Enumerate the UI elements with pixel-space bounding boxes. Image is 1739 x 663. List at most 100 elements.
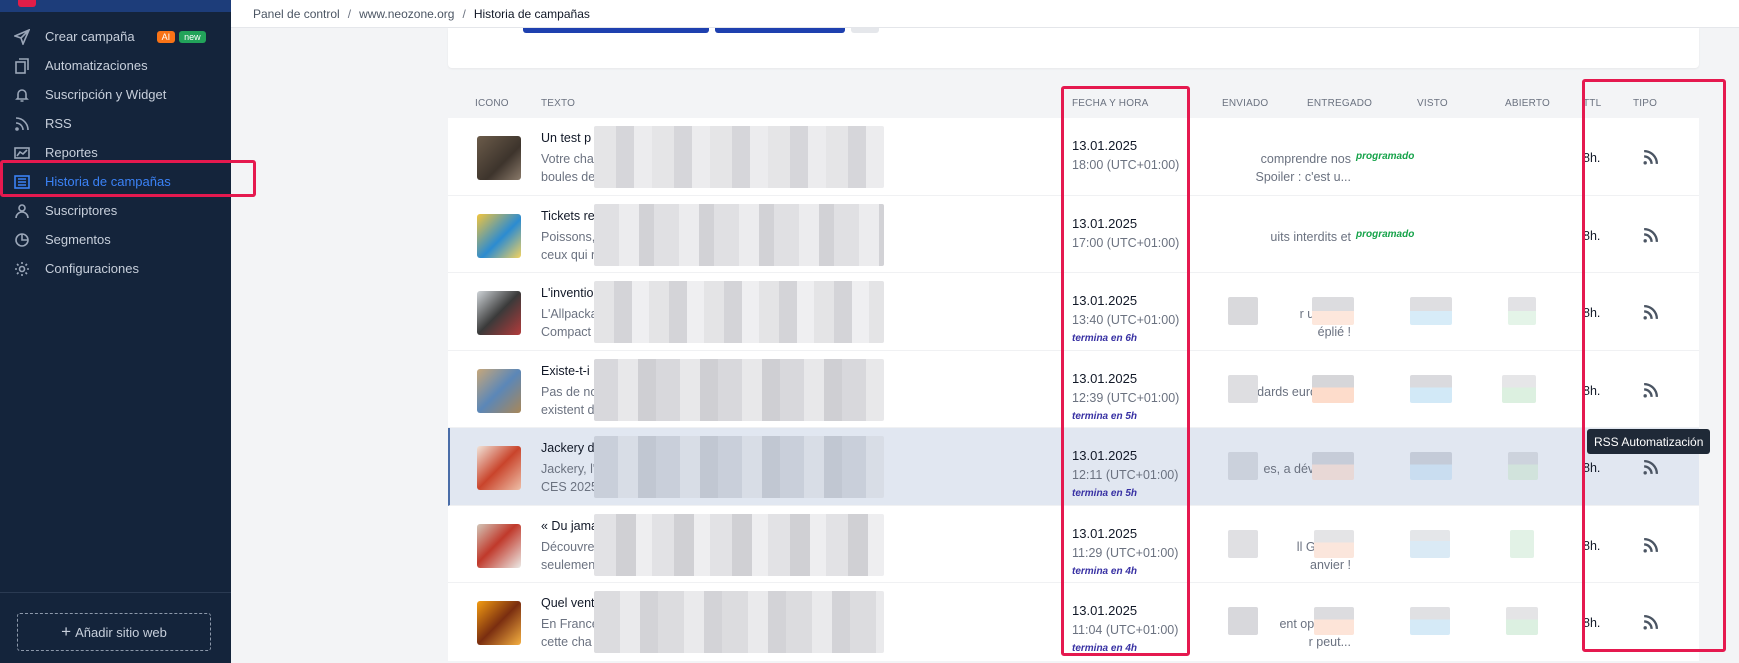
campaign-ttl: 8h. xyxy=(1583,461,1601,475)
campaign-description: Pas de no existent d xyxy=(541,384,598,417)
redacted-text xyxy=(594,436,884,498)
metric-delivered xyxy=(1314,607,1354,635)
campaign-description: Poissons, ceux qui n xyxy=(541,229,598,262)
sidebar-item-segmentos[interactable]: Segmentos xyxy=(0,225,231,254)
column-header-icon: ICONO xyxy=(475,98,509,109)
rss-icon[interactable] xyxy=(1642,382,1659,399)
campaign-time: 11:29 (UTC+01:00) xyxy=(1072,545,1179,560)
ends-label: termina en 5h xyxy=(1072,410,1138,422)
campaign-ttl: 8h. xyxy=(1583,616,1601,630)
campaign-description: Votre cha boules de xyxy=(541,152,596,184)
rss-icon[interactable] xyxy=(1642,614,1659,631)
sidebar-item-label: Segmentos xyxy=(45,232,111,247)
metric-sent xyxy=(1228,452,1258,480)
metric-sent xyxy=(1228,374,1258,403)
filter-button[interactable] xyxy=(851,28,879,33)
ends-label: termina en 4h xyxy=(1072,565,1138,577)
breadcrumb-separator: / xyxy=(462,6,466,21)
campaign-time: 11:04 (UTC+01:00) xyxy=(1072,623,1179,637)
column-header-opened[interactable]: ABIERTO xyxy=(1505,98,1550,109)
metric-seen xyxy=(1410,529,1450,558)
table-row[interactable]: Quel vent En Francecette cha ent optimis… xyxy=(448,583,1699,661)
column-header-sent[interactable]: ENVIADO xyxy=(1222,98,1268,109)
campaign-title: « Du jama xyxy=(541,518,598,533)
sidebar-item-historia-campanas[interactable]: Historia de campañas xyxy=(0,167,231,196)
breadcrumb-current: Historia de campañas xyxy=(473,6,590,21)
sidebar-item-reportes[interactable]: Reportes xyxy=(0,138,231,167)
sidebar-item-crear-campana[interactable]: Crear campaña AI new xyxy=(0,22,231,51)
campaign-description: Découvre seulemen xyxy=(541,539,596,572)
table-row[interactable]: L'inventio L'AllpackaCompact r un vélo.é… xyxy=(448,273,1699,351)
sidebar-item-label: RSS xyxy=(45,116,72,131)
table-row[interactable]: Tickets re Poissons, ceux qui n uits inte… xyxy=(448,196,1699,273)
breadcrumb-separator: / xyxy=(347,6,352,21)
column-header-delivered[interactable]: ENTREGADO xyxy=(1307,98,1372,109)
sidebar-item-rss[interactable]: RSS xyxy=(0,109,231,138)
campaign-time: 17:00 (UTC+01:00) xyxy=(1072,235,1180,250)
chart-icon xyxy=(12,145,32,161)
metric-sent xyxy=(1228,529,1258,558)
metric-opened xyxy=(1506,607,1538,635)
metric-delivered xyxy=(1314,529,1354,558)
ends-label: termina en 5h xyxy=(1072,488,1138,499)
campaign-title: Existe-t-i xyxy=(541,363,590,378)
campaign-time: 12:11 (UTC+01:00) xyxy=(1072,468,1179,482)
sidebar-item-suscripcion-widget[interactable]: Suscripción y Widget xyxy=(0,80,231,109)
campaign-thumbnail xyxy=(477,291,521,335)
sidebar-item-automatizaciones[interactable]: Automatizaciones xyxy=(0,51,231,80)
add-site-label: Añadir sitio web xyxy=(75,624,167,640)
campaign-date: 13.01.2025 xyxy=(1072,603,1138,618)
plus-icon: + xyxy=(61,622,72,641)
breadcrumb-item-dashboard[interactable]: Panel de control xyxy=(253,7,340,21)
campaign-date: 13.01.2025 xyxy=(1072,370,1138,386)
table-row[interactable]: « Du jama Découvreseulemen ll Green àanv… xyxy=(448,506,1699,583)
sidebar-divider xyxy=(0,592,231,593)
rss-icon[interactable] xyxy=(1642,537,1659,554)
sidebar-item-configuraciones[interactable]: Configuraciones xyxy=(0,254,231,283)
metric-seen xyxy=(1410,452,1452,480)
breadcrumb: Panel de control / www.neozone.org / His… xyxy=(231,0,1739,28)
redacted-text xyxy=(594,203,884,266)
table-row[interactable]: Jackery d Jackery, l' CES 2025 es, a dévo… xyxy=(448,428,1699,506)
add-site-button[interactable]: + Añadir sitio web xyxy=(17,613,211,651)
rss-icon xyxy=(12,116,32,132)
ai-badge: AI xyxy=(156,30,176,43)
sidebar-nav: Crear campaña AI new Automatizaciones Su… xyxy=(0,22,231,283)
campaign-date: 13.01.2025 xyxy=(1072,525,1138,541)
campaign-thumbnail xyxy=(477,523,521,568)
rss-icon[interactable] xyxy=(1642,149,1659,166)
column-header-seen[interactable]: VISTO xyxy=(1417,98,1448,109)
redacted-text xyxy=(594,126,884,188)
sidebar-item-suscriptores[interactable]: Suscriptores xyxy=(0,196,231,225)
column-header-datetime[interactable]: FECHA Y HORA xyxy=(1072,98,1149,109)
sidebar-item-label: Suscriptores xyxy=(45,203,118,218)
status-badge: programado xyxy=(1356,228,1415,240)
table-row[interactable]: Un test p Votre cha boules de comprendre … xyxy=(448,118,1699,196)
sidebar-item-label: Historia de campañas xyxy=(45,174,171,189)
rss-icon[interactable] xyxy=(1642,304,1659,321)
campaign-description: L'Allpacka Compact xyxy=(541,307,598,339)
redacted-text xyxy=(594,513,884,576)
campaign-ttl: 8h. xyxy=(1583,151,1601,165)
column-header-text: TEXTO xyxy=(541,98,576,109)
rss-icon[interactable] xyxy=(1642,227,1659,244)
brand-logo[interactable] xyxy=(18,0,36,7)
campaigns-table: Un test p Votre cha boules de comprendre … xyxy=(448,118,1699,661)
campaign-title: Quel vent xyxy=(541,596,595,610)
campaign-ttl: 8h. xyxy=(1583,383,1601,398)
metric-sent xyxy=(1228,297,1258,325)
campaign-title: Un test p xyxy=(541,131,592,145)
sidebar-item-label: Suscripción y Widget xyxy=(45,87,167,102)
new-badge: new xyxy=(179,30,206,43)
metric-opened xyxy=(1502,374,1536,403)
redacted-text xyxy=(594,591,884,653)
table-row[interactable]: Existe-t-i Pas de no existent d dards eur… xyxy=(448,351,1699,428)
campaign-title: L'inventio xyxy=(541,286,594,300)
campaign-date: 13.01.2025 xyxy=(1072,138,1138,153)
campaign-thumbnail xyxy=(477,446,521,490)
filter-button[interactable] xyxy=(715,28,845,33)
rss-icon[interactable] xyxy=(1642,459,1659,476)
redacted-text xyxy=(594,358,884,421)
filter-button[interactable] xyxy=(523,28,709,33)
breadcrumb-item-site[interactable]: www.neozone.org xyxy=(359,7,454,21)
